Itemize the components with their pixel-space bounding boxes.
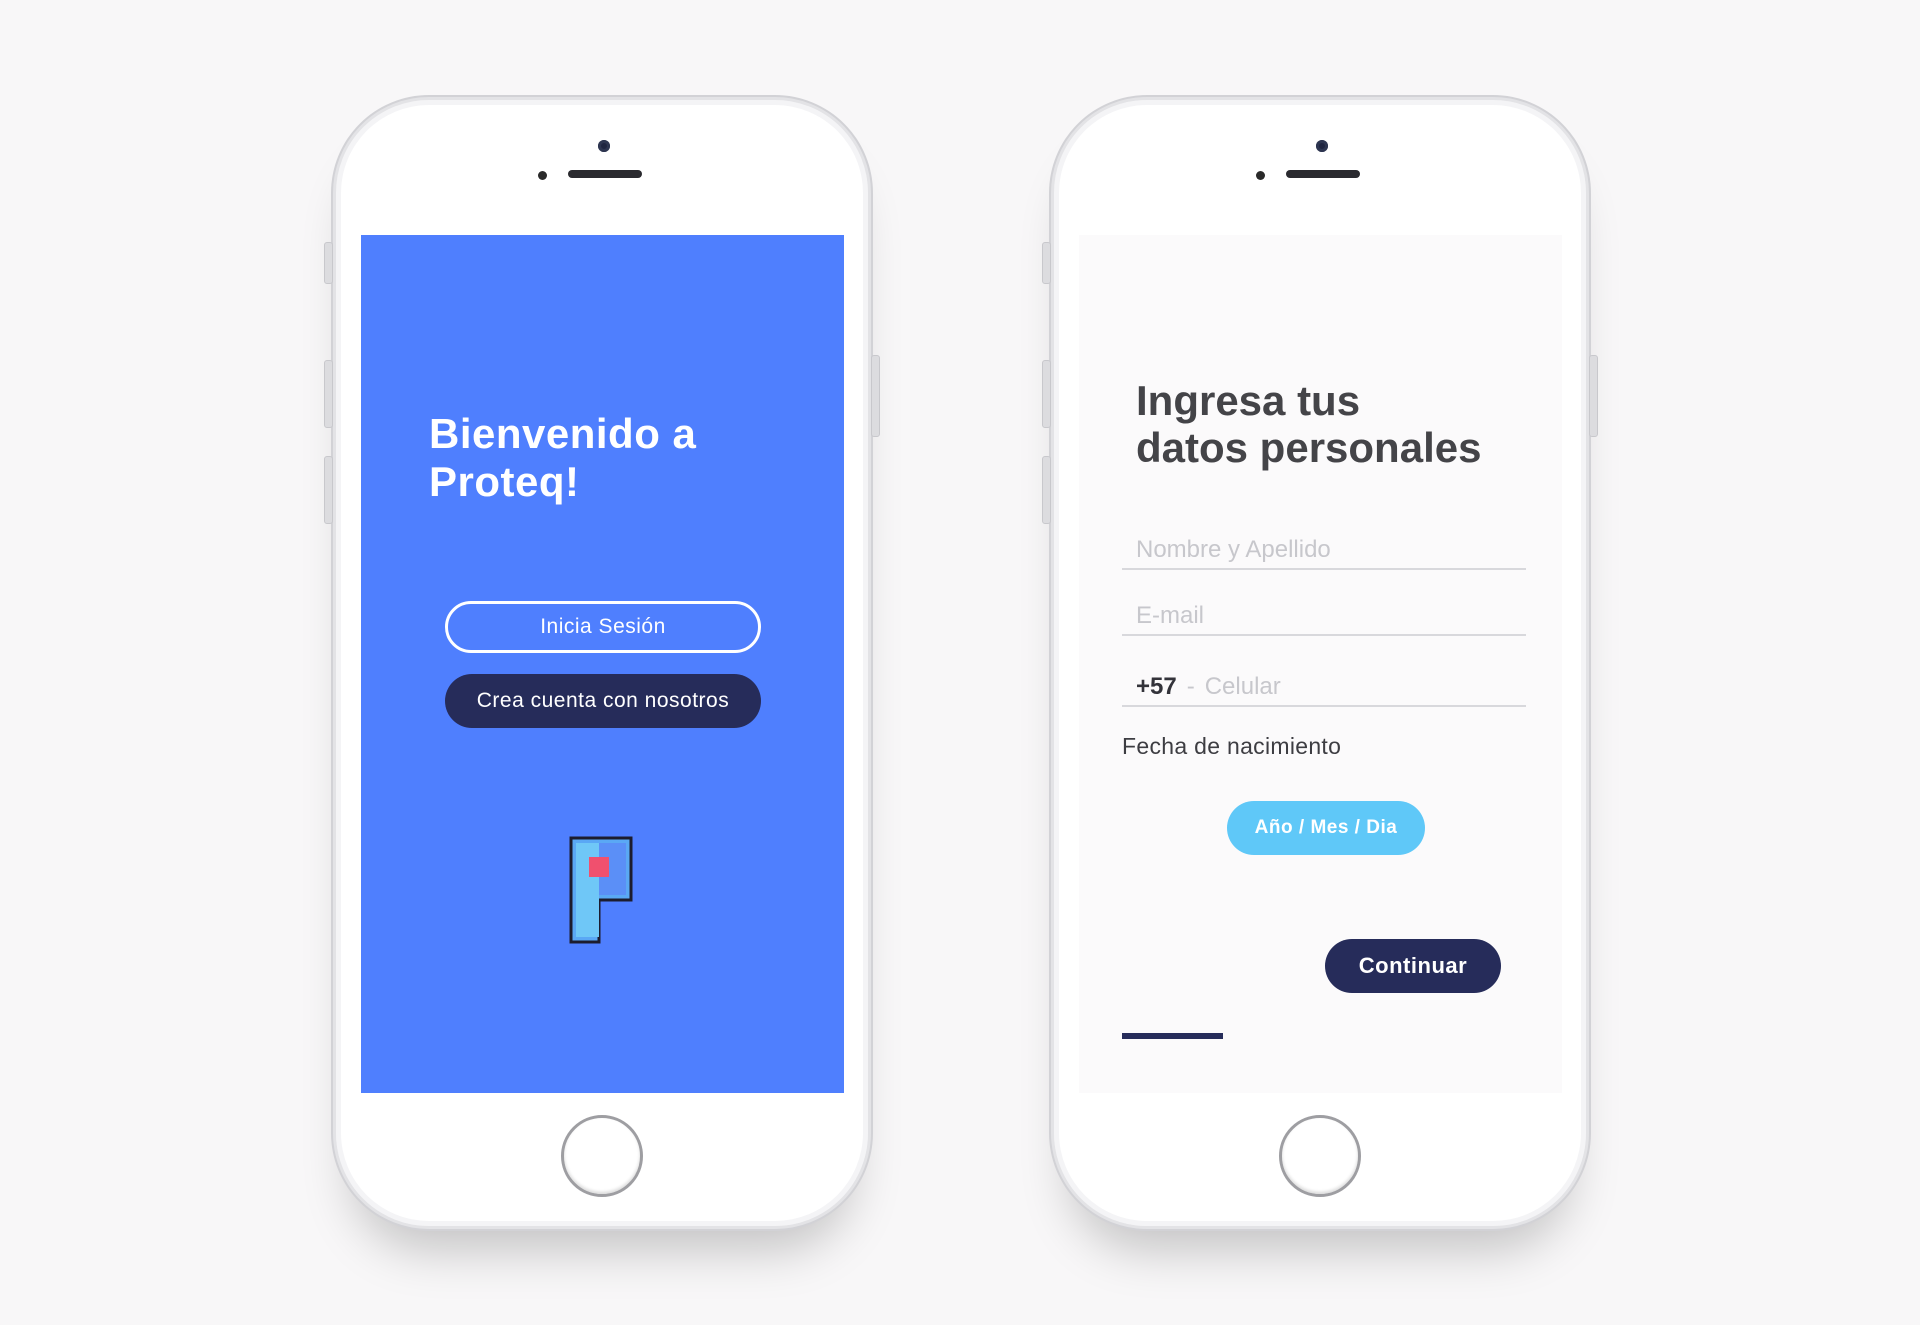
mute-switch xyxy=(324,242,333,284)
page-title-line2: datos personales xyxy=(1136,424,1482,471)
phone-separator: - xyxy=(1186,673,1195,700)
phone-prefix: +57 xyxy=(1136,673,1177,700)
front-camera xyxy=(1316,140,1328,152)
welcome-title-line1: Bienvenido a xyxy=(429,410,697,457)
phone-placeholder: Celular xyxy=(1204,673,1281,700)
phone-mockup-right: Ingresa tus datos personales Nombre y Ap… xyxy=(1042,97,1598,1229)
progress-indicator xyxy=(1122,1033,1223,1039)
date-picker-button[interactable]: Año / Mes / Dia xyxy=(1227,801,1425,855)
proximity-sensor xyxy=(1256,171,1265,180)
front-camera xyxy=(598,140,610,152)
home-button xyxy=(1279,1115,1361,1197)
name-field[interactable]: Nombre y Apellido xyxy=(1122,530,1526,570)
volume-down-button xyxy=(1042,456,1051,524)
proximity-sensor xyxy=(538,171,547,180)
welcome-title-line2: Proteq! xyxy=(429,458,580,505)
proteq-logo-icon xyxy=(569,836,633,944)
phone-field[interactable]: +57 - Celular xyxy=(1122,667,1526,707)
login-button[interactable]: Inicia Sesión xyxy=(445,601,761,653)
volume-down-button xyxy=(324,456,333,524)
mute-switch xyxy=(1042,242,1051,284)
home-button xyxy=(561,1115,643,1197)
earpiece-speaker xyxy=(568,170,642,178)
volume-up-button xyxy=(324,360,333,428)
name-placeholder: Nombre y Apellido xyxy=(1136,536,1331,563)
power-button xyxy=(871,355,880,437)
phone-mockup-left: Bienvenido a Proteq! Inicia Sesión Crea … xyxy=(324,97,880,1229)
page-title-line1: Ingresa tus xyxy=(1136,377,1361,424)
page-title: Ingresa tus datos personales xyxy=(1136,377,1536,471)
volume-up-button xyxy=(1042,360,1051,428)
welcome-screen: Bienvenido a Proteq! Inicia Sesión Crea … xyxy=(361,235,844,1093)
welcome-title: Bienvenido a Proteq! xyxy=(429,410,809,506)
earpiece-speaker xyxy=(1286,170,1360,178)
email-field[interactable]: E-mail xyxy=(1122,596,1526,636)
personal-data-screen: Ingresa tus datos personales Nombre y Ap… xyxy=(1079,235,1562,1093)
power-button xyxy=(1589,355,1598,437)
signup-button[interactable]: Crea cuenta con nosotros xyxy=(445,674,761,728)
continue-button[interactable]: Continuar xyxy=(1325,939,1501,993)
email-placeholder: E-mail xyxy=(1136,602,1205,629)
dob-label: Fecha de nacimiento xyxy=(1122,733,1342,759)
